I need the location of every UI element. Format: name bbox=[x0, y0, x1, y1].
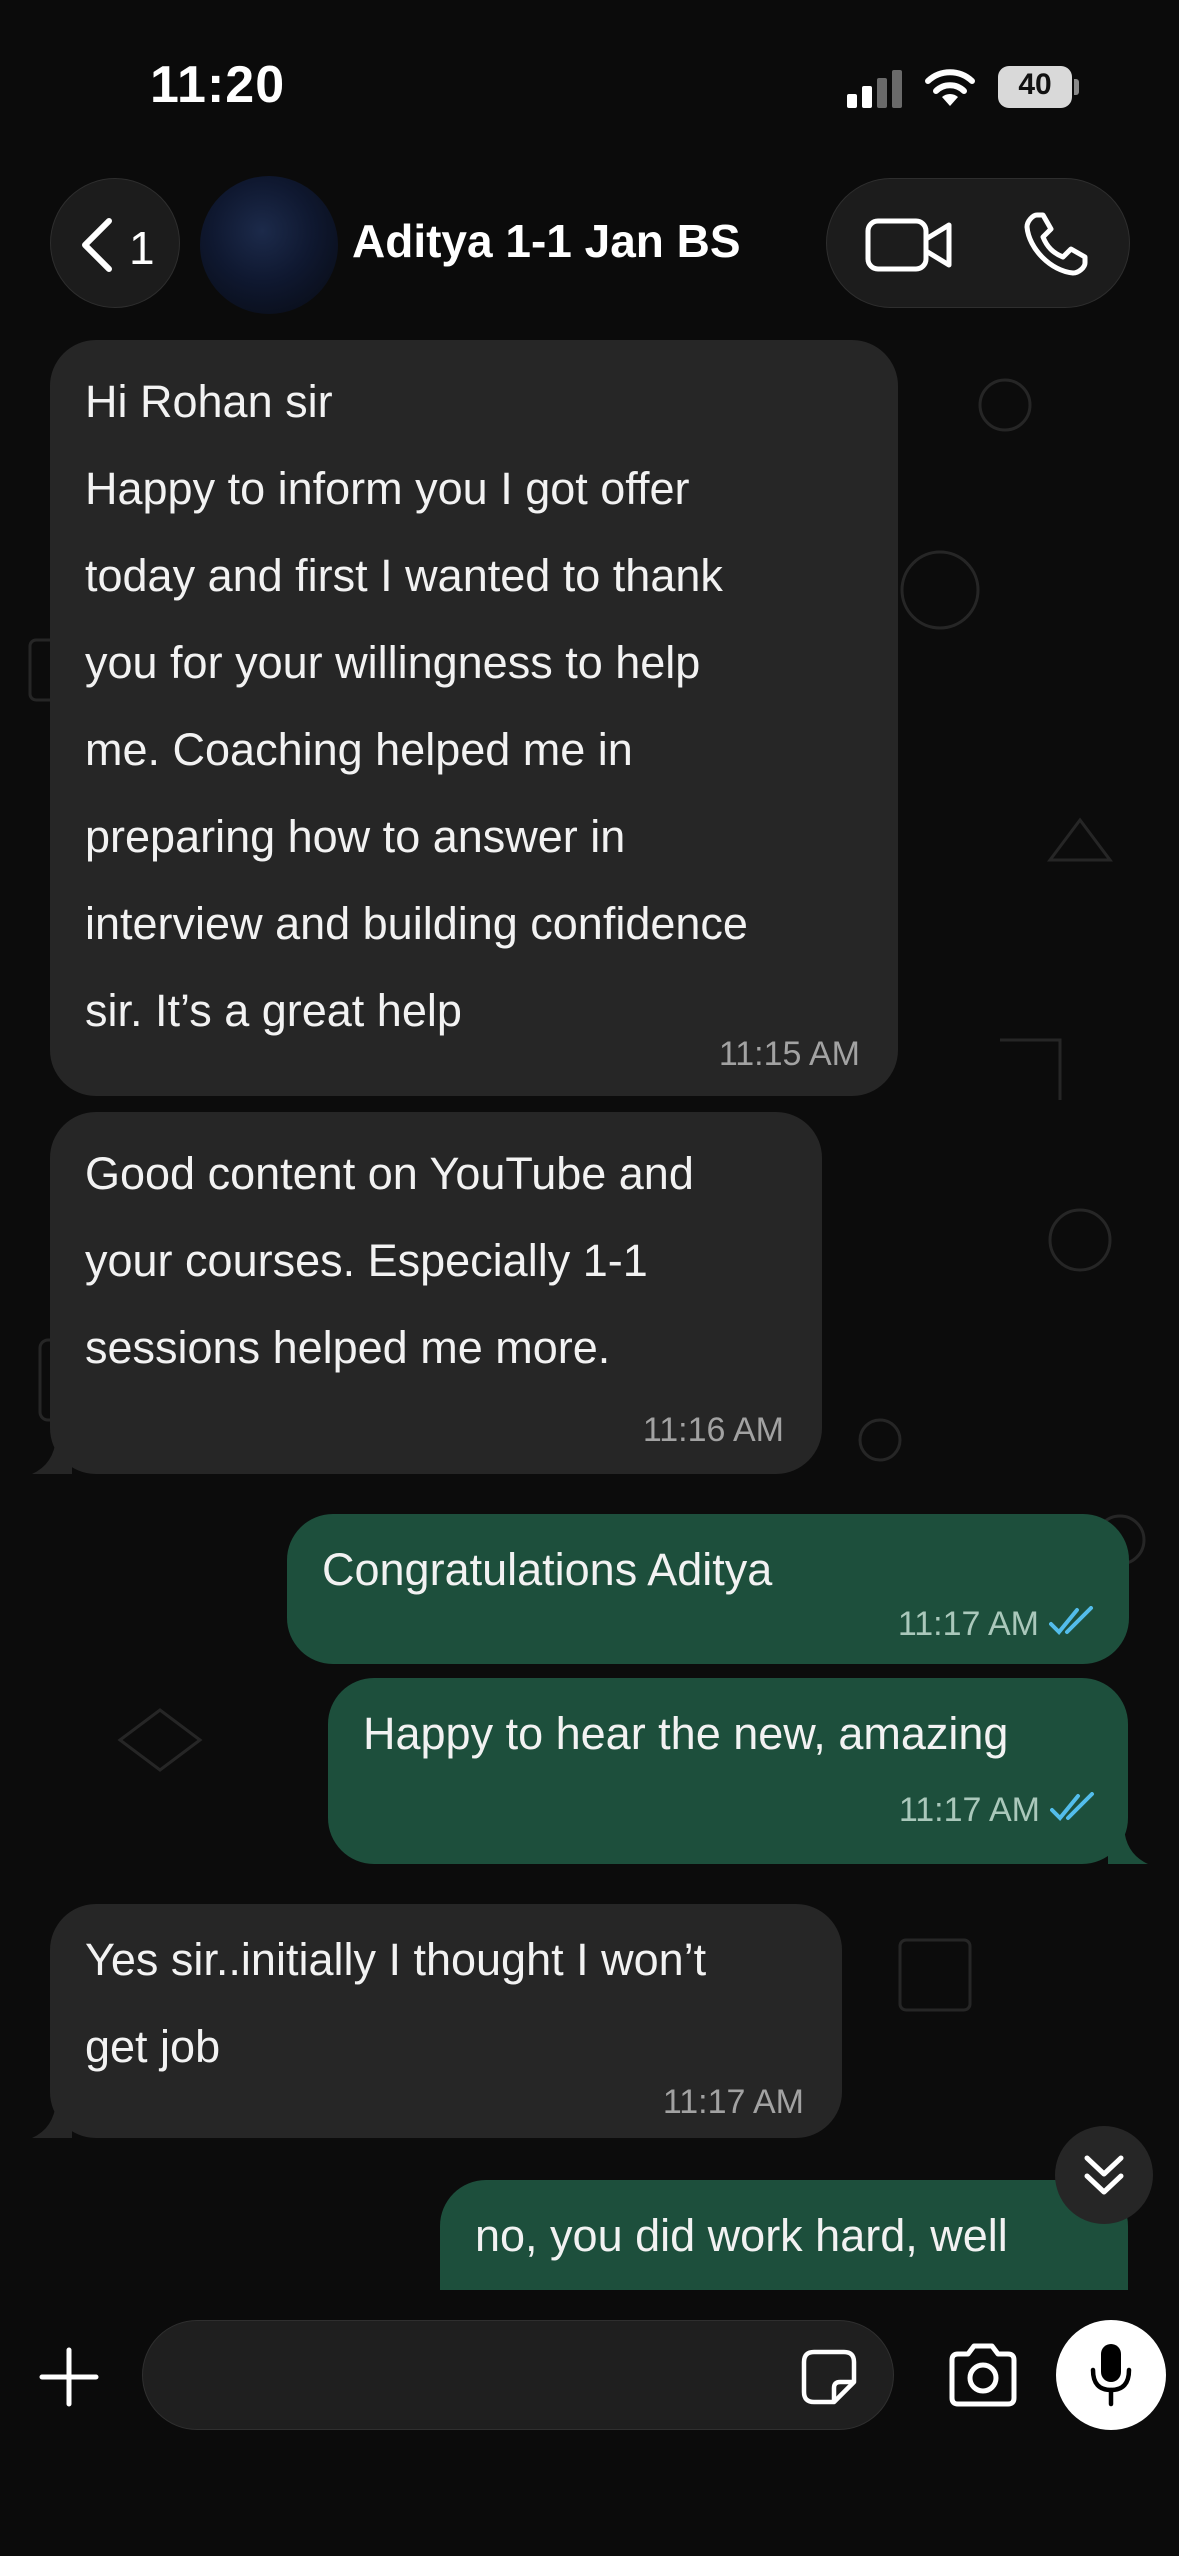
message-bubble-incoming[interactable]: Yes sir..initially I thought I won’t get… bbox=[50, 1904, 842, 2138]
wifi-icon bbox=[925, 69, 975, 106]
battery-indicator: 40 bbox=[998, 66, 1079, 108]
message-time: 11:17 AM bbox=[898, 1791, 1040, 1829]
avatar[interactable] bbox=[200, 176, 338, 314]
message-text: Yes sir..initially I thought I won’t get… bbox=[85, 1934, 707, 2072]
bubble-tail bbox=[32, 1438, 72, 1474]
video-camera-icon[interactable] bbox=[865, 217, 953, 273]
unread-count: 1 bbox=[129, 222, 155, 274]
message-bubble-outgoing[interactable]: no, you did work hard, well bbox=[440, 2180, 1128, 2290]
composer-bar bbox=[0, 2290, 1179, 2556]
message-bubble-incoming[interactable]: Hi Rohan sir Happy to inform you I got o… bbox=[50, 340, 898, 1096]
scroll-to-bottom-button[interactable] bbox=[1055, 2126, 1153, 2224]
status-bar: 11:20 40 bbox=[0, 0, 1179, 170]
sticker-icon[interactable] bbox=[800, 2348, 858, 2406]
battery-level: 40 bbox=[1018, 68, 1052, 101]
message-text: no, you did work hard, well bbox=[475, 2210, 1008, 2261]
bubble-tail bbox=[32, 2102, 72, 2138]
message-text: Happy to hear the new, amazing bbox=[363, 1708, 1009, 1759]
camera-icon[interactable] bbox=[946, 2342, 1020, 2408]
microphone-icon bbox=[1090, 2344, 1132, 2407]
call-actions bbox=[826, 178, 1130, 308]
message-text: Congratulations Aditya bbox=[322, 1544, 773, 1595]
signal-icon bbox=[847, 70, 902, 108]
message-list[interactable]: Hi Rohan sir Happy to inform you I got o… bbox=[0, 340, 1179, 2290]
message-bubble-outgoing[interactable]: Happy to hear the new, amazing 11:17 AM bbox=[328, 1678, 1128, 1864]
message-input[interactable] bbox=[142, 2320, 894, 2430]
message-text: Hi Rohan sir Happy to inform you I got o… bbox=[85, 376, 748, 1036]
message-bubble-outgoing[interactable]: Congratulations Aditya 11:17 AM bbox=[287, 1514, 1129, 1664]
message-time: 11:17 AM bbox=[897, 1605, 1039, 1643]
bubble-tail bbox=[1108, 1828, 1148, 1864]
message-time: 11:15 AM bbox=[718, 1035, 860, 1073]
double-check-icon bbox=[1050, 1792, 1094, 1821]
message-bubble-incoming[interactable]: Good content on YouTube and your courses… bbox=[50, 1112, 822, 1474]
message-time: 11:17 AM bbox=[662, 2083, 804, 2121]
double-chevron-down-icon bbox=[1084, 2155, 1124, 2195]
double-check-icon bbox=[1049, 1606, 1093, 1635]
chat-screen: 11:20 40 1 Aditya 1-1 Jan BS Hi Rohan si… bbox=[0, 0, 1179, 2556]
back-button[interactable]: 1 bbox=[50, 178, 180, 308]
message-text: Good content on YouTube and your courses… bbox=[85, 1148, 694, 1373]
contact-name[interactable]: Aditya 1-1 Jan BS bbox=[352, 214, 741, 268]
status-time: 11:20 bbox=[150, 56, 286, 114]
chevron-left-icon bbox=[82, 218, 112, 272]
plus-icon[interactable] bbox=[38, 2346, 100, 2408]
message-time: 11:16 AM bbox=[642, 1411, 784, 1449]
voice-message-button[interactable] bbox=[1056, 2320, 1166, 2430]
phone-icon[interactable] bbox=[1023, 211, 1089, 277]
chat-header: 1 Aditya 1-1 Jan BS bbox=[0, 170, 1179, 340]
